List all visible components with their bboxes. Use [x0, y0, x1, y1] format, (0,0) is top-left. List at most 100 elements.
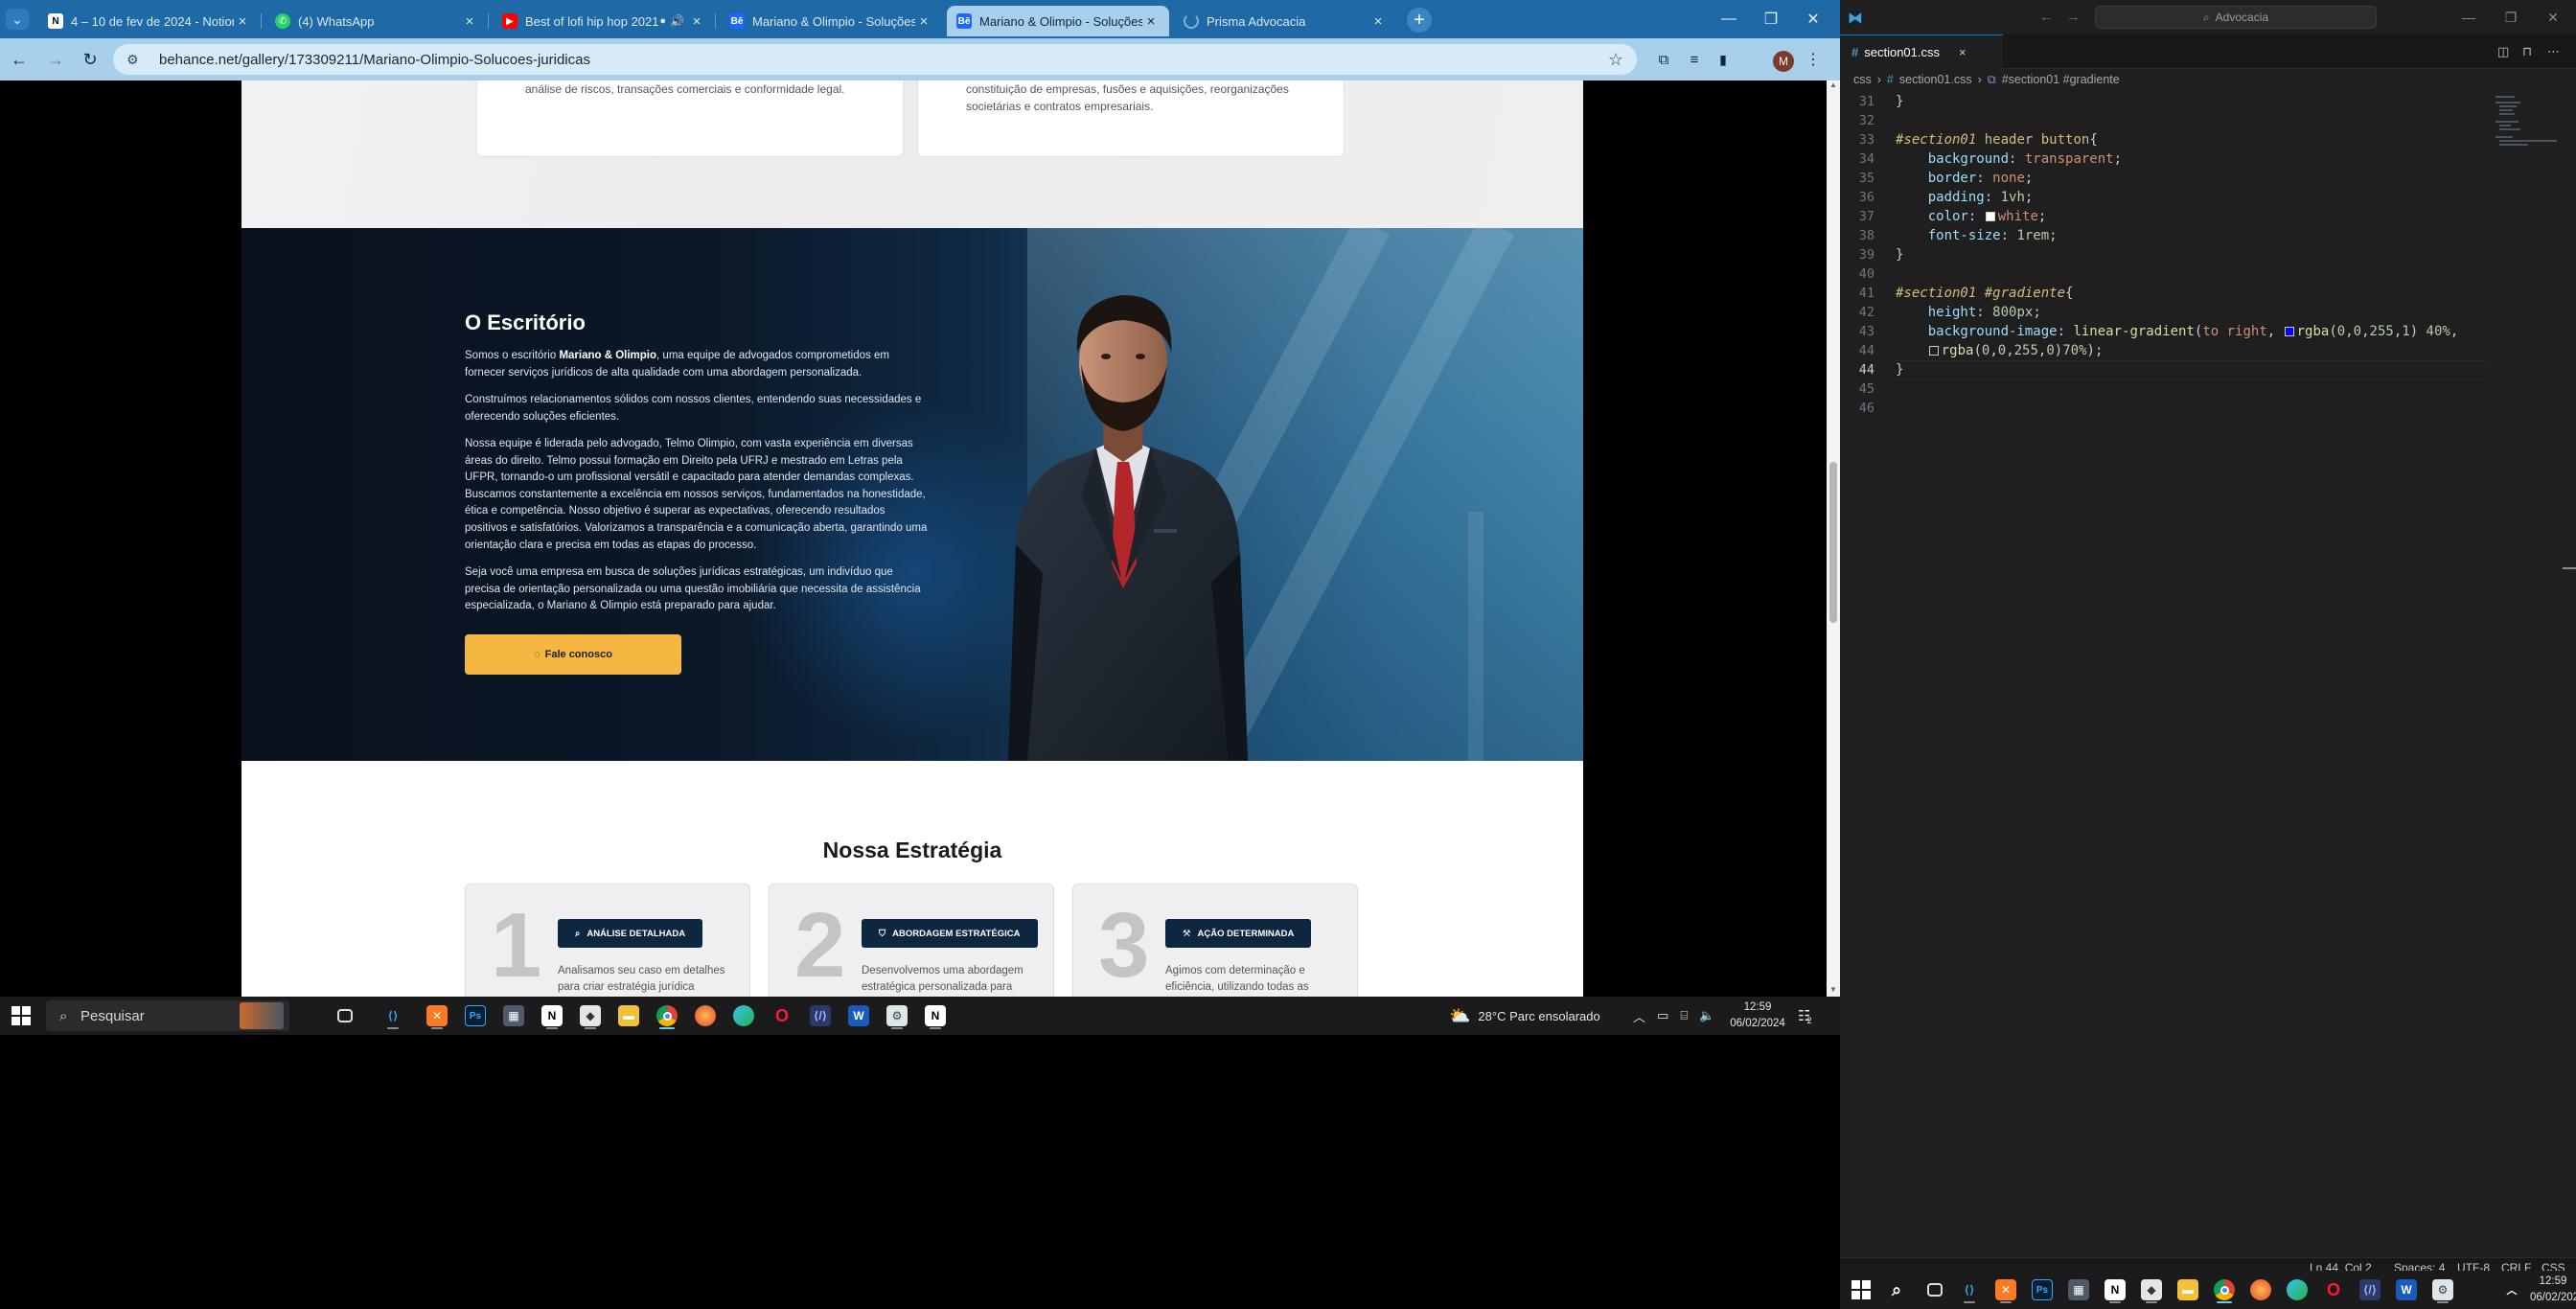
chrome-taskbar-icon[interactable]	[2210, 1276, 2239, 1303]
calculator-taskbar-icon[interactable]: ▦	[2064, 1276, 2093, 1303]
command-center[interactable]: ⌕ Advocacia	[2095, 6, 2377, 29]
weather-widget[interactable]: ⛅ 28°C Parc ensolarado	[1449, 997, 1600, 1035]
tab-close-icon[interactable]: ×	[234, 13, 251, 30]
breadcrumb-symbol[interactable]: #section01 #gradiente	[2002, 73, 2120, 86]
tab-close-icon[interactable]: ×	[1369, 13, 1387, 30]
volume-icon[interactable]: 🔈	[1699, 1008, 1714, 1023]
color-swatch[interactable]	[2284, 327, 2294, 336]
minimap[interactable]	[2492, 90, 2568, 205]
notion-taskbar-icon[interactable]: N	[2101, 1276, 2129, 1303]
more-actions-icon[interactable]: ⋯	[2547, 44, 2560, 59]
site-info-icon[interactable]: ⚙	[126, 52, 148, 68]
firefox-taskbar-icon[interactable]	[691, 1002, 720, 1029]
app-taskbar-icon[interactable]: ⚙	[2428, 1276, 2457, 1303]
code-editor[interactable]: 31} 32 33 #section01 header button{ 34 ba…	[1840, 90, 2576, 1257]
photoshop-taskbar-icon[interactable]: Ps	[2028, 1276, 2057, 1303]
notion-taskbar-icon[interactable]: N	[538, 1002, 566, 1029]
task-view-icon[interactable]	[1920, 1276, 1949, 1303]
line-number: 37	[1858, 209, 1874, 224]
vscode-minimize-button[interactable]: —	[2450, 6, 2488, 29]
vscode-close-button[interactable]: ✕	[2534, 6, 2572, 29]
obsidian-taskbar-icon[interactable]: ◆	[576, 1002, 605, 1029]
minimize-button[interactable]: —	[1710, 6, 1748, 33]
edge-taskbar-icon[interactable]	[729, 1002, 758, 1029]
scroll-down-icon[interactable]: ▼	[1827, 985, 1840, 997]
network-icon[interactable]: ⌸	[1680, 1008, 1688, 1023]
taskbar-clock-right[interactable]: 12:59 06/02/2024	[2530, 1274, 2576, 1306]
editor-tab-section01[interactable]: # section01.css ×	[1840, 34, 2003, 69]
extensions-icon[interactable]: ⧉	[1650, 46, 1677, 73]
scroll-up-icon[interactable]: ▲	[1827, 80, 1840, 92]
breadcrumb-folder[interactable]: css	[1853, 73, 1872, 86]
taskbar-search[interactable]: ⌕ Pesquisar	[46, 1000, 289, 1031]
notion-taskbar-icon-2[interactable]: N	[921, 1002, 950, 1029]
windows-start-icon[interactable]	[1852, 1280, 1871, 1299]
tab-close-icon[interactable]: ×	[1142, 13, 1160, 30]
page-scrollbar[interactable]: ▲ ▼	[1827, 80, 1840, 997]
browser-tab-prisma[interactable]: Prisma Advocacia ×	[1174, 6, 1396, 36]
profile-avatar[interactable]: M	[1773, 51, 1794, 72]
chrome-taskbar-icon[interactable]	[653, 1002, 681, 1029]
taskbar-clock[interactable]: 12:59 06/02/2024	[1727, 999, 1788, 1032]
vscode-taskbar-icon[interactable]: ⟨⟩	[379, 1002, 407, 1029]
vs-taskbar-icon[interactable]: ⟨/⟩	[806, 1002, 835, 1029]
edge-taskbar-icon[interactable]	[2283, 1276, 2312, 1303]
search-icon[interactable]: ⌕	[1882, 1276, 1911, 1303]
color-swatch[interactable]	[1985, 212, 1995, 221]
browser-tab-behance-active[interactable]: Bē Mariano & Olimpio - Soluções ×	[947, 6, 1169, 36]
forward-button[interactable]: →	[42, 46, 69, 73]
vs-taskbar-icon[interactable]: ⟨/⟩	[2356, 1276, 2384, 1303]
task-view-icon[interactable]	[331, 1002, 359, 1029]
photoshop-taskbar-icon[interactable]: Ps	[461, 1002, 490, 1029]
nav-forward-icon[interactable]: →	[2066, 9, 2081, 25]
xampp-taskbar-icon[interactable]: ✕	[423, 1002, 451, 1029]
obsidian-taskbar-icon[interactable]: ◆	[2137, 1276, 2166, 1303]
tab-close-icon[interactable]: ×	[688, 13, 705, 30]
youtube-icon: ▶	[502, 13, 518, 29]
address-bar[interactable]: ⚙ behance.net/gallery/173309211/Mariano-…	[113, 44, 1637, 75]
tray-chevron-icon[interactable]: ︿	[1633, 1007, 1645, 1025]
split-editor-icon[interactable]: ◫	[2497, 44, 2509, 59]
reload-button[interactable]: ↻	[77, 46, 104, 73]
browser-tab-youtube[interactable]: ▶ Best of lofi hip hop 2021 ● 🔊 ×	[493, 6, 716, 36]
notification-center[interactable]: ☷ 2	[1798, 997, 1811, 1035]
vscode-taskbar-icon[interactable]: ⟨⟩	[1955, 1276, 1984, 1303]
close-window-button[interactable]: ✕	[1794, 6, 1832, 33]
scrollbar-thumb[interactable]	[1829, 462, 1837, 623]
file-explorer-taskbar-icon[interactable]: ▬	[2174, 1276, 2202, 1303]
app-taskbar-icon[interactable]: ⚙	[883, 1002, 911, 1029]
browser-tab-behance-1[interactable]: Bē Mariano & Olimpio - Soluções ×	[720, 6, 942, 36]
media-controls-icon[interactable]: ≡	[1681, 46, 1708, 73]
word-taskbar-icon[interactable]: W	[844, 1002, 873, 1029]
browser-tab-notion[interactable]: N 4 – 10 de fev de 2024 - Notion ×	[38, 6, 262, 36]
opera-taskbar-icon[interactable]: O	[768, 1002, 796, 1029]
opera-taskbar-icon[interactable]: O	[2319, 1276, 2348, 1303]
calculator-taskbar-icon[interactable]: ▦	[499, 1002, 528, 1029]
firefox-taskbar-icon[interactable]	[2246, 1276, 2275, 1303]
tab-close-icon[interactable]: ×	[915, 13, 932, 30]
tray-device-icon[interactable]: ▭	[1657, 1008, 1668, 1023]
windows-start-icon[interactable]	[12, 1006, 31, 1025]
editor-scrollbar[interactable]	[2563, 90, 2576, 1257]
side-panel-icon[interactable]: ▮	[1710, 46, 1736, 73]
restore-button[interactable]: ❐	[1752, 6, 1790, 33]
nav-back-icon[interactable]: ←	[2039, 9, 2054, 25]
tray-chevron-icon[interactable]: ︿	[2497, 1276, 2526, 1303]
menu-kebab-icon[interactable]: ⋮	[1800, 46, 1827, 73]
browser-tab-whatsapp[interactable]: ✆ (4) WhatsApp ×	[265, 6, 489, 36]
file-explorer-taskbar-icon[interactable]: ▬	[614, 1002, 643, 1029]
color-swatch[interactable]	[1928, 346, 1939, 356]
vscode-restore-button[interactable]: ❐	[2492, 6, 2530, 29]
tab-close-icon[interactable]: ×	[461, 13, 478, 30]
lock-icon[interactable]: ⊓	[2522, 44, 2532, 59]
breadcrumb-file[interactable]: section01.css	[1899, 73, 1972, 86]
word-taskbar-icon[interactable]: W	[2392, 1276, 2421, 1303]
new-tab-button[interactable]: +	[1407, 8, 1432, 33]
audio-playing-icon[interactable]: 🔊	[670, 14, 684, 28]
tab-close-icon[interactable]: ×	[1959, 45, 1966, 59]
xampp-taskbar-icon[interactable]: ✕	[1991, 1276, 2020, 1303]
back-button[interactable]: ←	[6, 46, 33, 73]
fale-conosco-button[interactable]: ◌ Fale conosco	[465, 634, 681, 675]
tab-search-dropdown[interactable]: ⌄	[6, 9, 29, 30]
bookmark-star-icon[interactable]: ☆	[1608, 50, 1623, 70]
